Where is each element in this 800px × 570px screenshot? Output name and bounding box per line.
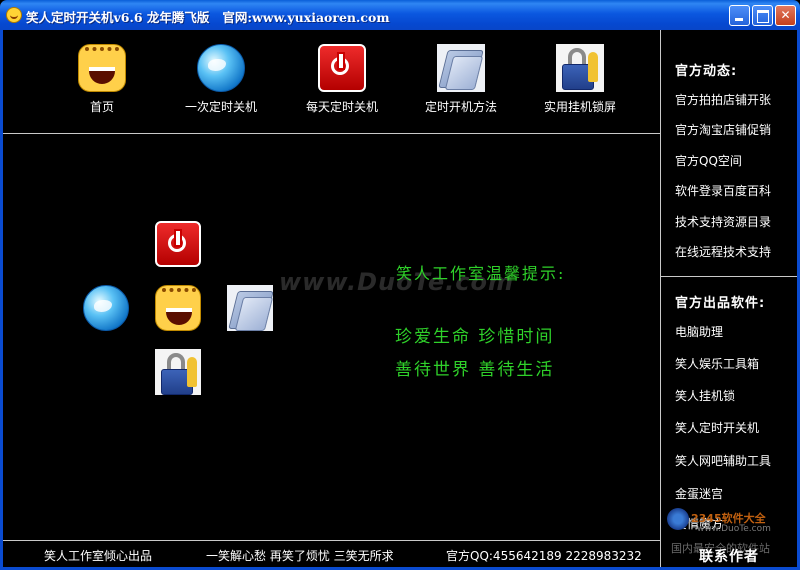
lock-key-icon	[556, 44, 604, 92]
contact-author-link[interactable]: 联系作者	[699, 546, 759, 566]
news-link[interactable]: 技术支持资源目录	[675, 213, 771, 230]
power-icon[interactable]	[155, 221, 201, 267]
tip-line-1: 珍爱生命 珍惜时间	[395, 327, 555, 347]
laughing-face-icon	[78, 44, 126, 92]
divider-sidebar	[661, 276, 797, 277]
folder-icon	[437, 44, 485, 92]
app-smiley-icon	[6, 7, 22, 23]
toolbar-daily-shutdown-button[interactable]: 每天定时关机	[287, 44, 397, 115]
title-bar[interactable]: 笑人定时开关机v6.6 龙年腾飞版 官网:www.yuxiaoren.com ✕	[0, 0, 800, 30]
globe-icon	[197, 44, 245, 92]
footer-qq: 官方QQ:455642189 2228983232	[446, 549, 642, 563]
divider-toolbar	[3, 133, 660, 134]
maximize-button[interactable]	[752, 5, 773, 26]
watermark-ring-icon	[667, 508, 689, 530]
toolbar-home-label: 首页	[89, 100, 114, 114]
software-link[interactable]: 笑人娱乐工具箱	[675, 355, 759, 372]
window-title: 笑人定时开关机v6.6 龙年腾飞版 官网:www.yuxiaoren.com	[26, 10, 390, 25]
divider-vertical	[660, 30, 661, 567]
client-area: 首页 一次定时关机 每天定时关机 定时开机方法 实用挂机锁屏 www.DuoTe…	[3, 30, 797, 567]
toolbar-lock-screen-button[interactable]: 实用挂机锁屏	[525, 44, 635, 115]
footer-motto: 一笑解心愁 再笑了烦忧 三笑无所求	[206, 549, 394, 563]
toolbar-one-time-shutdown-label: 一次定时关机	[184, 100, 257, 114]
minimize-button[interactable]	[729, 5, 750, 26]
globe-icon[interactable]	[83, 285, 129, 331]
folder-icon[interactable]	[227, 285, 273, 331]
news-heading: 官方动态:	[675, 64, 738, 79]
news-link[interactable]: 在线远程技术支持	[675, 243, 771, 260]
toolbar-one-time-shutdown-button[interactable]: 一次定时关机	[166, 44, 276, 115]
lock-key-icon[interactable]	[155, 349, 201, 395]
toolbar-lock-screen-label: 实用挂机锁屏	[543, 100, 616, 114]
close-button[interactable]: ✕	[775, 5, 796, 26]
toolbar-scheduled-boot-button[interactable]: 定时开机方法	[406, 44, 516, 115]
news-link[interactable]: 官方淘宝店铺促销	[675, 121, 771, 138]
news-link[interactable]: 软件登录百度百科	[675, 182, 771, 199]
software-heading: 官方出品软件:	[675, 296, 766, 311]
toolbar-scheduled-boot-label: 定时开机方法	[424, 100, 497, 114]
footer-credit: 笑人工作室倾心出品	[44, 549, 153, 563]
tip-title: 笑人工作室温馨提示:	[396, 264, 566, 283]
software-link[interactable]: 笑人网吧辅助工具	[675, 452, 771, 469]
toolbar-home-button[interactable]: 首页	[47, 44, 157, 115]
site-watermark-logo: 2345软件大全 www.DuoTe.com 国内最安全的软件站	[667, 502, 795, 555]
power-icon	[318, 44, 366, 92]
software-link[interactable]: 金蛋迷宫	[675, 485, 723, 502]
laughing-face-icon[interactable]	[155, 285, 201, 331]
software-link[interactable]: 笑人定时开关机	[675, 419, 759, 436]
tip-line-2: 善待世界 善待生活	[395, 360, 555, 380]
toolbar-daily-shutdown-label: 每天定时关机	[305, 100, 378, 114]
news-link[interactable]: 官方拍拍店铺开张	[675, 91, 771, 108]
software-link[interactable]: 电脑助理	[675, 323, 723, 340]
divider-footer	[3, 540, 660, 541]
watermark-line-2: www.DuoTe.com	[697, 524, 771, 534]
news-link[interactable]: 官方QQ空间	[675, 152, 742, 169]
software-link[interactable]: 笑人挂机锁	[675, 387, 735, 404]
